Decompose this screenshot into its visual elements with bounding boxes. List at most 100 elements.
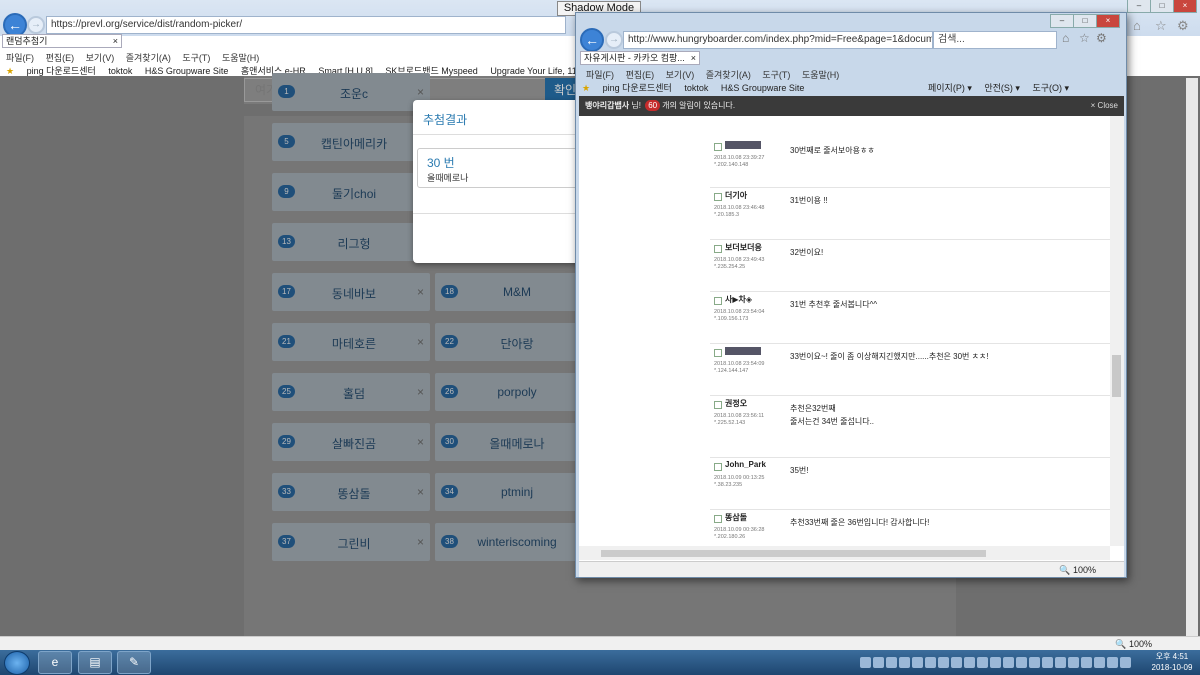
tray-icon[interactable] [873, 657, 884, 668]
comment-author[interactable]: John_Park [725, 460, 766, 469]
comment-date: 2018.10.08 23:54:09 [714, 361, 765, 367]
tray-icon[interactable] [951, 657, 962, 668]
menu-favorites[interactable]: 즐겨찾기(A) [706, 70, 751, 80]
tray-icon[interactable] [1107, 657, 1118, 668]
tab-free-board[interactable]: 자유게시판 - 카카오 컴팡... × [580, 51, 700, 65]
fav-link-groupware[interactable]: H&S Groupware Site [721, 83, 805, 93]
tray-icon[interactable] [860, 657, 871, 668]
tray-icon[interactable] [990, 657, 1001, 668]
notif-count-badge[interactable]: 60 [645, 100, 661, 111]
avatar [714, 297, 722, 305]
tab-label: 랜덤추첨기 [6, 36, 48, 46]
participant-cell: 18M&M× [435, 273, 593, 311]
tray-icon[interactable] [899, 657, 910, 668]
close-window-button[interactable]: × [1173, 0, 1197, 13]
comment-author[interactable]: 사▶차◈ [725, 294, 752, 305]
search-box[interactable]: 검색... [933, 31, 1057, 49]
minimize-button[interactable]: – [1127, 0, 1151, 13]
menu-edit[interactable]: 편집(E) [626, 70, 655, 80]
maximize-button[interactable]: □ [1150, 0, 1174, 13]
comment-author[interactable]: 똥삼돌 [725, 512, 747, 523]
tray-icon[interactable] [964, 657, 975, 668]
settings-gear-icon[interactable]: ⚙ [1096, 31, 1107, 45]
vertical-scroll-thumb[interactable] [1112, 355, 1121, 397]
file-explorer-icon[interactable]: ▤ [78, 651, 112, 674]
tray-icon[interactable] [925, 657, 936, 668]
internet-explorer-icon[interactable]: e [38, 651, 72, 674]
comment-author[interactable]: 권정오 [725, 398, 747, 409]
toolbar-safety-menu[interactable]: 안전(S) ▾ [984, 83, 1020, 93]
menu-file[interactable]: 파일(F) [586, 70, 614, 80]
menu-view[interactable]: 보기(V) [666, 70, 695, 80]
remove-participant-button[interactable]: × [417, 85, 424, 99]
close-window-button[interactable]: × [1096, 14, 1120, 28]
comment-author[interactable]: 더기아 [725, 190, 747, 201]
favorites-star-icon[interactable]: ☆ [1155, 18, 1167, 34]
favorites-star-icon[interactable]: ★ [582, 83, 590, 93]
remove-participant-button[interactable]: × [417, 435, 424, 449]
tray-icon[interactable] [886, 657, 897, 668]
page-scrollbar[interactable] [1186, 78, 1198, 638]
toolbar-tools-menu[interactable]: 도구(O) ▾ [1032, 83, 1069, 93]
favorites-star-icon[interactable]: ★ [6, 66, 14, 76]
minimize-button[interactable]: – [1050, 14, 1074, 28]
author-image-nick[interactable] [725, 141, 761, 149]
menu-favorites[interactable]: 즐겨찾기(A) [126, 53, 171, 63]
forward-button[interactable]: → [27, 16, 45, 34]
forward-button[interactable]: → [605, 31, 623, 49]
fav-link-toktok[interactable]: toktok [108, 66, 132, 76]
notif-user[interactable]: 뱅야리갑뱁사 [585, 101, 629, 110]
menu-tools[interactable]: 도구(T) [182, 53, 210, 63]
tray-icon[interactable] [1029, 657, 1040, 668]
tab-close-icon[interactable]: × [113, 35, 118, 47]
author-image-nick[interactable] [725, 347, 761, 355]
menu-tools[interactable]: 도구(T) [762, 70, 790, 80]
fav-link-groupware[interactable]: H&S Groupware Site [145, 66, 229, 76]
tray-icon[interactable] [1094, 657, 1105, 668]
home-icon[interactable]: ⌂ [1062, 31, 1069, 45]
maximize-button[interactable]: □ [1073, 14, 1097, 28]
favorites-star-icon[interactable]: ☆ [1079, 31, 1090, 45]
tab-random-picker[interactable]: 랜덤추첨기 × [2, 34, 122, 48]
zoom-level[interactable]: 100% [1073, 565, 1096, 575]
fav-link-ping[interactable]: ping 다운로드센터 [27, 66, 96, 76]
vertical-scrollbar[interactable] [1110, 116, 1124, 546]
remove-participant-button[interactable]: × [417, 535, 424, 549]
remove-participant-button[interactable]: × [417, 485, 424, 499]
toolbar-page-menu[interactable]: 페이지(P) ▾ [928, 83, 972, 93]
tray-icon[interactable] [912, 657, 923, 668]
tray-icon[interactable] [1055, 657, 1066, 668]
comment-meta: 2018.10.08 23:39:27 *.202.140.148 [714, 155, 764, 169]
remove-participant-button[interactable]: × [417, 285, 424, 299]
tray-icon[interactable] [1042, 657, 1053, 668]
fav-link-toktok[interactable]: toktok [684, 83, 708, 93]
menu-help[interactable]: 도움말(H) [802, 70, 839, 80]
clock[interactable]: 오후 4:51 2018-10-09 [1148, 651, 1196, 673]
tray-icon[interactable] [1081, 657, 1092, 668]
home-icon[interactable]: ⌂ [1133, 18, 1141, 33]
zoom-level[interactable]: 100% [1129, 639, 1152, 649]
tab-close-icon[interactable]: × [691, 52, 696, 64]
menu-file[interactable]: 파일(F) [6, 53, 34, 63]
fav-link-ping[interactable]: ping 다운로드센터 [603, 83, 672, 93]
tray-icon[interactable] [1003, 657, 1014, 668]
remove-participant-button[interactable]: × [417, 335, 424, 349]
remove-participant-button[interactable]: × [417, 385, 424, 399]
address-bar[interactable]: https://prevl.org/service/dist/random-pi… [46, 16, 566, 34]
menu-view[interactable]: 보기(V) [86, 53, 115, 63]
notif-close-button[interactable]: × Close [1091, 96, 1118, 116]
menu-edit[interactable]: 편집(E) [46, 53, 75, 63]
address-bar[interactable]: http://www.hungryboarder.com/index.php?m… [623, 31, 933, 49]
horizontal-scroll-thumb[interactable] [601, 550, 986, 557]
tray-icon[interactable] [938, 657, 949, 668]
settings-gear-icon[interactable]: ⚙ [1177, 18, 1189, 34]
start-button[interactable] [4, 651, 30, 675]
back-button[interactable]: ← [580, 28, 604, 52]
tray-icon[interactable] [1068, 657, 1079, 668]
comment-author[interactable]: 보더보더응 [725, 242, 762, 253]
tray-icon[interactable] [1016, 657, 1027, 668]
tray-icon[interactable] [1120, 657, 1131, 668]
tray-icon[interactable] [977, 657, 988, 668]
menu-help[interactable]: 도움말(H) [222, 53, 259, 63]
paint-icon[interactable]: ✎ [117, 651, 151, 674]
